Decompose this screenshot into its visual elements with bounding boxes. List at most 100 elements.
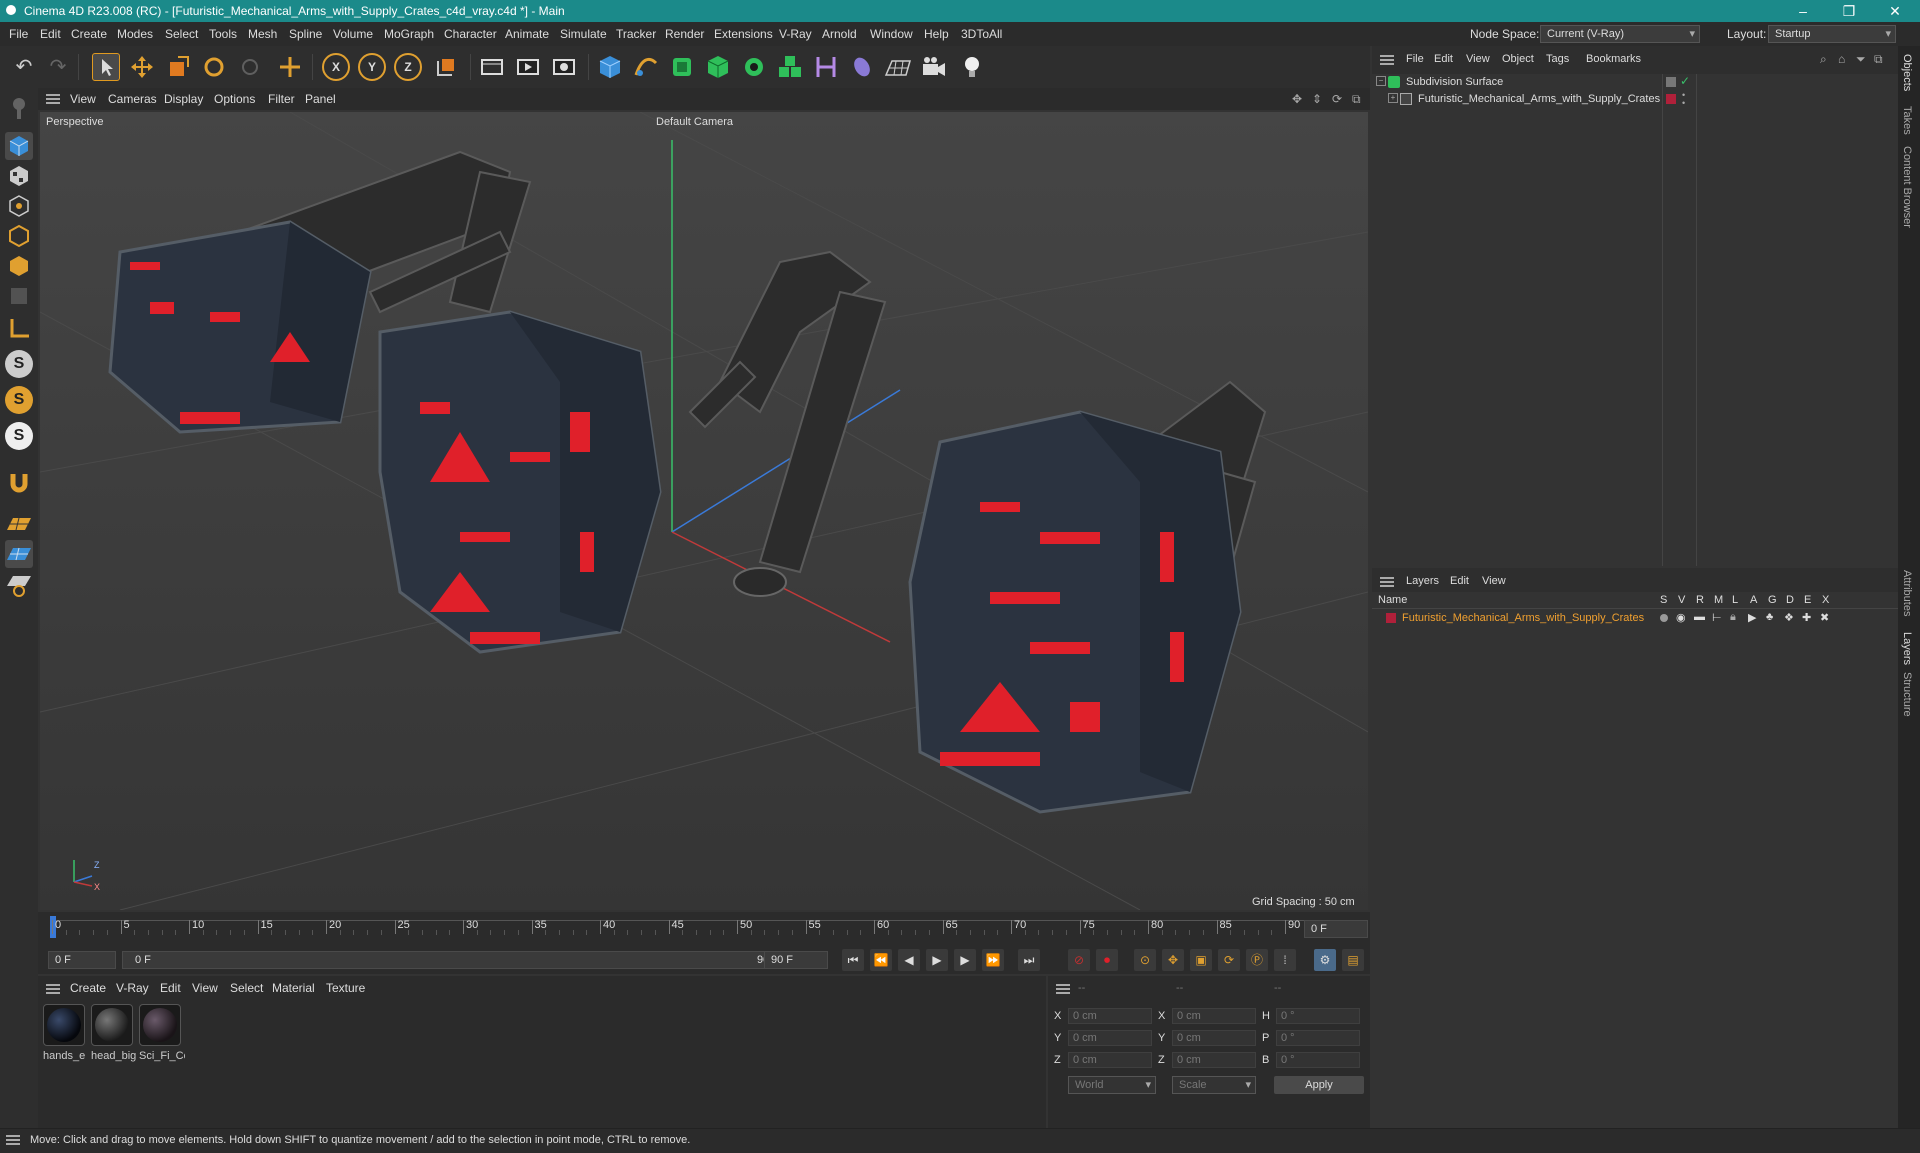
scale-tool-icon[interactable] — [164, 53, 192, 81]
position-z-field[interactable]: 0 cm — [1068, 1052, 1152, 1068]
last-tool-icon[interactable] — [236, 53, 264, 81]
menu-volume[interactable]: Volume — [333, 27, 373, 41]
material-menu-select[interactable]: Select — [230, 981, 263, 995]
x-axis-lock-icon[interactable]: X — [322, 53, 350, 81]
material-menu-edit[interactable]: Edit — [160, 981, 181, 995]
go-to-end-icon[interactable]: ⏭ — [1018, 949, 1040, 971]
deformer-cubes-icon[interactable] — [776, 53, 804, 81]
home-icon[interactable]: ⌂ — [1838, 52, 1845, 66]
viewport-menu-panel[interactable]: Panel — [305, 92, 336, 106]
tab-structure[interactable]: Structure — [1901, 672, 1913, 717]
camera-icon[interactable] — [920, 53, 948, 81]
viewport-menu-filter[interactable]: Filter — [268, 92, 295, 106]
menu-tracker[interactable]: Tracker — [616, 27, 656, 41]
object-menu-edit[interactable]: Edit — [1434, 53, 1453, 65]
motion-mode-icon[interactable]: ⚙ — [1314, 949, 1336, 971]
key-scale-icon[interactable]: ▣ — [1190, 949, 1212, 971]
menu-vray[interactable]: V-Ray — [779, 27, 812, 41]
viewport-maximize-icon[interactable]: ⧉ — [1352, 92, 1361, 107]
tab-takes[interactable]: Takes — [1901, 106, 1913, 135]
object-menu-file[interactable]: File — [1406, 53, 1424, 65]
menu-arnold[interactable]: Arnold — [822, 27, 857, 41]
menu-help[interactable]: Help — [924, 27, 949, 41]
rotation-p-field[interactable]: 0 ° — [1276, 1030, 1360, 1046]
menu-render[interactable]: Render — [665, 27, 704, 41]
close-button[interactable]: ✕ — [1872, 0, 1918, 22]
subdivision-surface-icon[interactable] — [668, 53, 696, 81]
viewport-menu-icon[interactable] — [46, 94, 60, 104]
rotation-b-field[interactable]: 0 ° — [1276, 1052, 1360, 1068]
render-settings-icon[interactable] — [550, 53, 578, 81]
position-y-field[interactable]: 0 cm — [1068, 1030, 1152, 1046]
material-swatch-scifi[interactable] — [139, 1004, 181, 1046]
light-bulb-icon[interactable] — [958, 53, 986, 81]
key-parameter-icon[interactable]: Ⓟ — [1246, 949, 1268, 971]
key-pla-icon[interactable]: ⁞ — [1274, 949, 1296, 971]
key-rotation-icon[interactable]: ⟳ — [1218, 949, 1240, 971]
snap-icon[interactable]: S — [5, 350, 33, 378]
layer-color-swatch[interactable] — [1386, 613, 1396, 623]
play-icon[interactable]: ▶ — [926, 949, 948, 971]
layer-row[interactable]: Futuristic_Mechanical_Arms_with_Supply_C… — [1372, 610, 1898, 626]
key-position-icon[interactable]: ✥ — [1162, 949, 1184, 971]
edge-mode-icon[interactable] — [5, 222, 33, 250]
menu-window[interactable]: Window — [870, 27, 913, 41]
cube-primitive-icon[interactable] — [596, 53, 624, 81]
lock-icon[interactable]: 🔒︎ — [1730, 611, 1736, 624]
material-menu-icon[interactable] — [46, 984, 60, 994]
z-axis-lock-icon[interactable]: Z — [394, 53, 422, 81]
environment-sky-icon[interactable] — [848, 53, 876, 81]
tab-objects[interactable]: Objects — [1901, 54, 1913, 91]
size-mode-dropdown[interactable]: Scale — [1172, 1076, 1256, 1094]
y-axis-lock-icon[interactable]: Y — [358, 53, 386, 81]
magnet-icon[interactable] — [5, 468, 33, 496]
material-menu-view[interactable]: View — [192, 981, 218, 995]
go-to-start-icon[interactable]: ⏮ — [842, 949, 864, 971]
select-tool-icon[interactable] — [92, 53, 120, 81]
grid-snap-icon[interactable] — [5, 540, 33, 568]
layer-menu-layers[interactable]: Layers — [1406, 575, 1439, 587]
menu-animate[interactable]: Animate — [505, 27, 549, 41]
viewport-menu-cameras[interactable]: Cameras — [108, 92, 157, 106]
object-menu-view[interactable]: View — [1466, 53, 1490, 65]
planar-workplane-icon[interactable] — [5, 570, 33, 598]
viewport-rotate-icon[interactable]: ⟳ — [1332, 92, 1342, 106]
keyframe-selection-icon[interactable]: ⊙ — [1134, 949, 1156, 971]
previous-key-icon[interactable]: ⏪ — [870, 949, 892, 971]
autokey-icon[interactable]: ⏺ — [1096, 949, 1118, 971]
node-space-dropdown[interactable]: Current (V-Ray) — [1540, 25, 1700, 43]
animation-play-icon[interactable]: ▶ — [1748, 611, 1756, 624]
material-swatch-hands[interactable] — [43, 1004, 85, 1046]
coordinate-system-icon[interactable] — [432, 53, 460, 81]
menu-create[interactable]: Create — [71, 27, 107, 41]
generator-icon[interactable]: ♣ — [1766, 611, 1773, 623]
size-x-field[interactable]: 0 cm — [1172, 1008, 1256, 1024]
position-x-field[interactable]: 0 cm — [1068, 1008, 1152, 1024]
3d-viewport[interactable]: Perspective Default Camera Grid Spacing … — [40, 112, 1368, 910]
end-frame-field[interactable]: 90 F — [764, 951, 828, 969]
previous-frame-icon[interactable]: ◀ — [898, 949, 920, 971]
axis-mode-icon[interactable] — [5, 314, 33, 342]
viewport-zoom-icon[interactable]: ⇕ — [1312, 92, 1322, 106]
expression-icon[interactable]: ✚ — [1802, 611, 1811, 624]
move-tool-icon[interactable] — [128, 53, 156, 81]
mograph-cloner-icon[interactable] — [740, 53, 768, 81]
layer-menu-edit[interactable]: Edit — [1450, 575, 1469, 587]
tab-content-browser[interactable]: Content Browser — [1901, 146, 1913, 228]
tab-layers[interactable]: Layers — [1901, 632, 1913, 665]
manager-tree-icon[interactable]: ⊢ — [1712, 611, 1722, 624]
range-slider[interactable]: 0 F 90 F — [122, 951, 786, 969]
menu-tools[interactable]: Tools — [209, 27, 237, 41]
layer-tag-icon[interactable] — [1666, 77, 1676, 87]
viewport-menu-options[interactable]: Options — [214, 92, 255, 106]
menu-modes[interactable]: Modes — [117, 27, 153, 41]
tab-attributes[interactable]: Attributes — [1901, 570, 1913, 616]
menu-select[interactable]: Select — [165, 27, 198, 41]
object-name[interactable]: Futuristic_Mechanical_Arms_with_Supply_C… — [1418, 93, 1660, 105]
start-frame-field[interactable]: 0 F — [48, 951, 116, 969]
status-menu-icon[interactable] — [6, 1135, 20, 1145]
visible-eye-icon[interactable]: ◉ — [1676, 611, 1686, 624]
record-disabled-icon[interactable]: ⊘ — [1068, 949, 1090, 971]
menu-mesh[interactable]: Mesh — [248, 27, 277, 41]
object-menu-bookmarks[interactable]: Bookmarks — [1586, 53, 1641, 65]
